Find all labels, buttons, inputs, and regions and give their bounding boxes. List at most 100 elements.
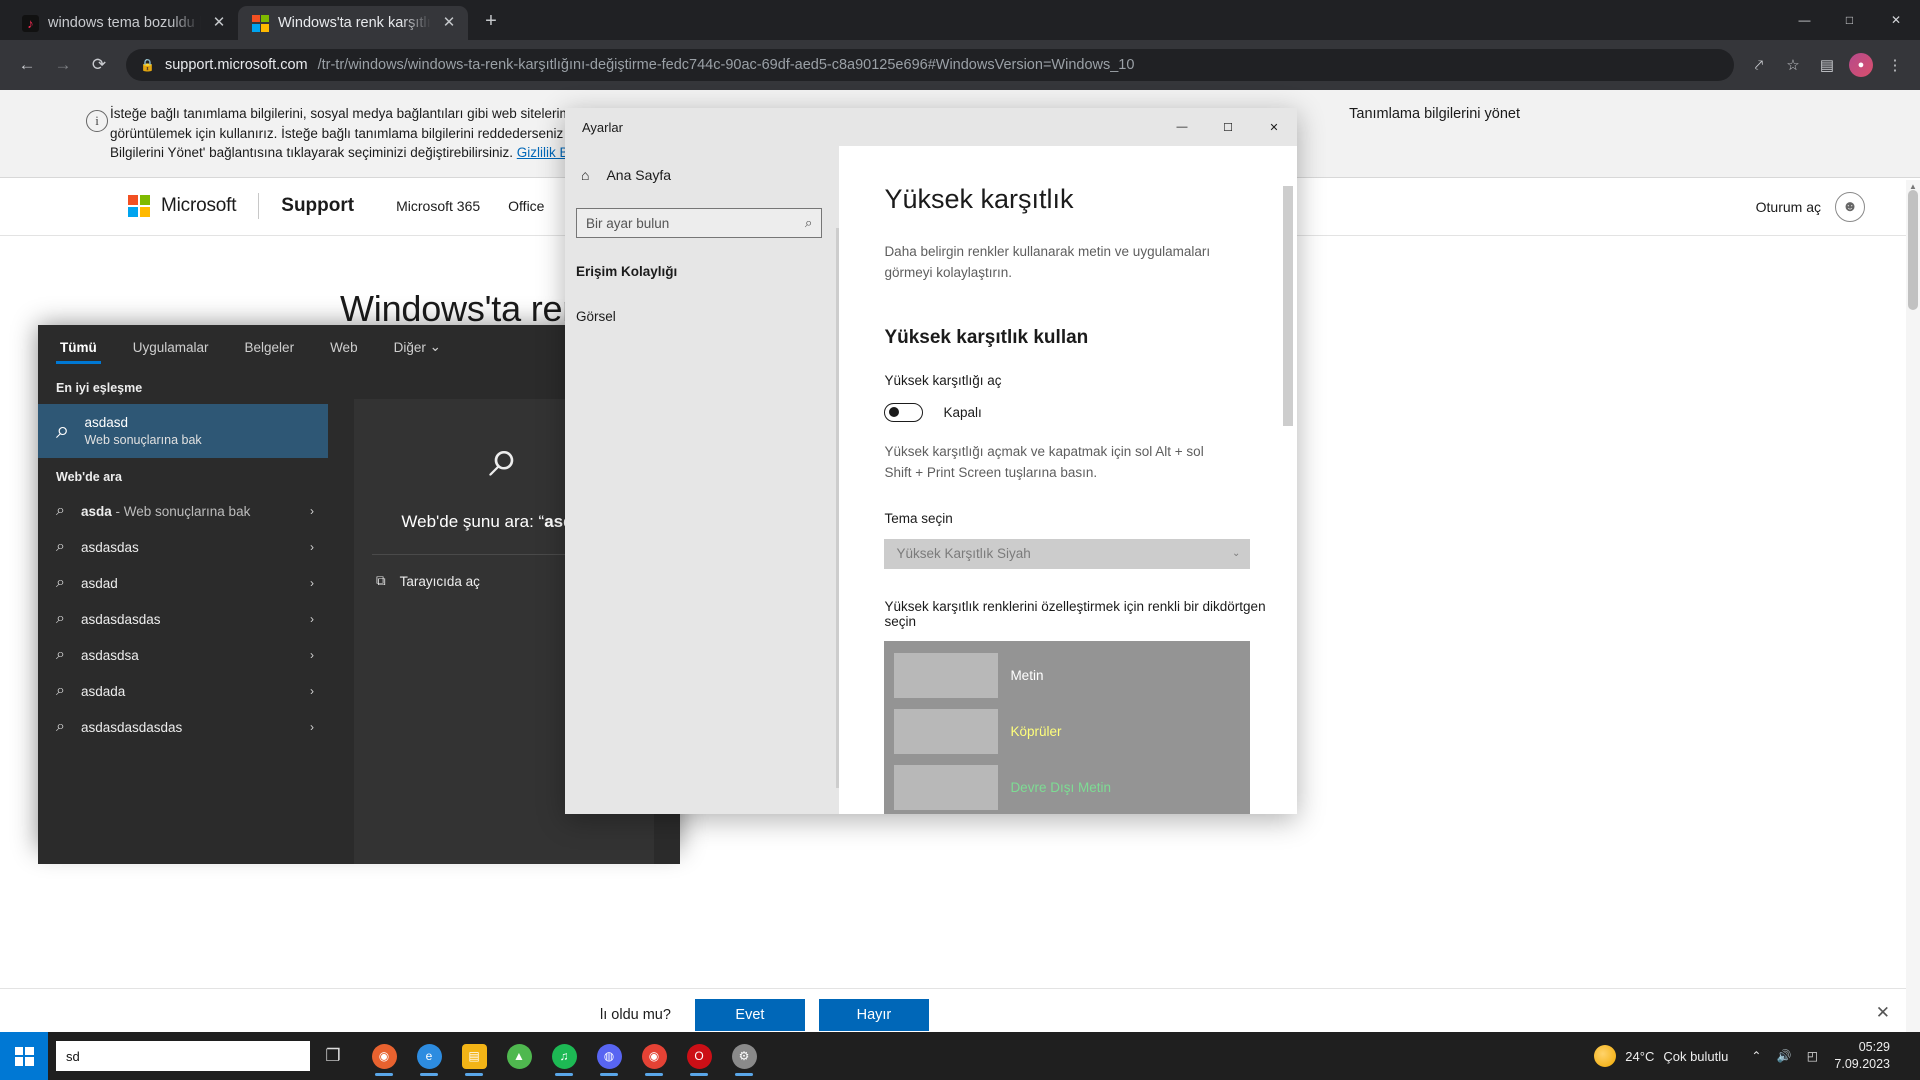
tab-documents[interactable]: Belgeler [241,325,299,369]
nvidia-icon[interactable]: ▲ [499,1034,539,1078]
list-item[interactable]: ⌕ asdasdasdas › [38,601,328,637]
shortcut-hint: Yüksek karşıtlığı açmak ve kapatmak için… [884,442,1224,484]
spotify-icon[interactable]: ♫ [544,1034,584,1078]
feedback-no-button[interactable]: Hayır [819,999,929,1031]
color-swatch[interactable] [894,653,998,698]
minimize-button[interactable]: — [1782,0,1827,40]
lock-icon: 🔒 [140,58,155,72]
reload-icon[interactable]: ⟳ [82,48,116,82]
color-row-label: Metin [1010,668,1043,683]
close-icon[interactable]: ✕ [210,14,228,32]
close-button[interactable]: ✕ [1251,108,1297,146]
search-icon: ⌕ [56,502,65,520]
color-row-hyperlinks[interactable]: Köprüler [894,709,1250,754]
color-swatch[interactable] [894,765,998,810]
sign-in-link[interactable]: Oturum aç [1756,199,1821,215]
opera-icon[interactable]: O [679,1034,719,1078]
settings-page-description: Daha belirgin renkler kullanarak metin v… [884,242,1234,284]
tab-apps[interactable]: Uygulamalar [129,325,213,369]
microsoft-logo-icon [128,195,150,217]
sidebar-item-visual[interactable]: Görsel [576,309,839,324]
browser-tab-1[interactable]: ♪ windows tema bozuldu | Donanım ✕ [8,6,238,40]
result-text: asdasdasdas [81,612,294,627]
high-contrast-toggle-row: Kapalı [884,403,1297,422]
nav-office[interactable]: Office [508,198,544,214]
address-bar[interactable]: 🔒 support.microsoft.com/tr-tr/windows/wi… [126,49,1734,81]
page-scrollbar[interactable]: ▲ ▼ [1906,180,1920,1040]
maximize-button[interactable]: □ [1827,0,1872,40]
color-swatch[interactable] [894,709,998,754]
firefox-icon[interactable]: ◉ [364,1034,404,1078]
taskbar-clock[interactable]: 05:29 7.09.2023 [1826,1039,1904,1073]
close-icon[interactable]: ✕ [1876,1003,1890,1023]
chevron-right-icon[interactable]: › [310,612,314,626]
share-icon[interactable]: ⤤ [1744,50,1774,80]
avatar[interactable]: ☻ [1835,192,1865,222]
close-window-button[interactable]: ✕ [1872,0,1920,40]
chevron-right-icon[interactable]: › [310,720,314,734]
settings-icon[interactable]: ⚙ [724,1034,764,1078]
toggle-state-label: Kapalı [943,405,981,420]
color-row-label: Devre Dışı Metin [1010,780,1111,795]
profile-icon[interactable]: ● [1846,50,1876,80]
color-row-disabled-text[interactable]: Devre Dışı Metin [894,765,1250,810]
new-tab-button[interactable]: + [476,7,506,37]
info-icon: i [86,110,108,132]
chevron-right-icon[interactable]: › [310,648,314,662]
show-desktop-button[interactable] [1904,1032,1912,1080]
network-icon[interactable]: ◰ [1798,1032,1826,1080]
weather-widget[interactable]: 24°C Çok bulutlu [1580,1045,1742,1067]
search-results-list: En iyi eşleşme ⌕ asdasd Web sonuçlarına … [38,369,328,864]
back-icon[interactable]: ← [10,48,44,82]
chevron-up-icon[interactable]: ⌃ [1742,1032,1770,1080]
url-host: support.microsoft.com [165,57,308,73]
list-item[interactable]: ⌕ asdada › [38,673,328,709]
list-item[interactable]: ⌕ asdasdasdasdas › [38,709,328,745]
list-item[interactable]: ⌕ asdad › [38,565,328,601]
list-item[interactable]: ⌕ asdasdas › [38,529,328,565]
manage-cookies-link[interactable]: Tanımlama bilgilerini yönet [1349,106,1520,122]
scrollbar-thumb[interactable] [1283,186,1293,426]
task-view-icon[interactable]: ❐ [310,1032,356,1080]
search-icon: ⌕ [56,610,65,628]
feedback-yes-button[interactable]: Evet [695,999,805,1031]
speaker-icon[interactable]: 🔊 [1770,1032,1798,1080]
browser-tab-2[interactable]: Windows'ta renk karşıtlığını değiş ✕ [238,6,468,40]
high-contrast-toggle[interactable] [884,403,923,422]
more-icon[interactable]: ⋮ [1880,50,1910,80]
chevron-right-icon[interactable]: › [310,540,314,554]
forward-icon[interactable]: → [46,48,80,82]
best-match-item[interactable]: ⌕ asdasd Web sonuçlarına bak [38,404,328,458]
nav-microsoft-365[interactable]: Microsoft 365 [396,198,480,214]
support-label[interactable]: Support [281,195,354,217]
star-icon[interactable]: ☆ [1778,50,1808,80]
chevron-right-icon[interactable]: › [310,684,314,698]
minimize-button[interactable]: — [1159,108,1205,146]
open-in-browser-label: Tarayıcıda aç [400,574,480,589]
sidebar-item-home[interactable]: ⌂ Ana Sayfa [565,156,839,194]
chevron-right-icon[interactable]: › [310,504,314,518]
collections-icon[interactable]: ▤ [1812,50,1842,80]
tab-all[interactable]: Tümü [56,325,101,369]
windows-icon[interactable] [0,1032,48,1080]
brand-label: Microsoft [161,195,236,217]
chevron-right-icon[interactable]: › [310,576,314,590]
file-explorer-icon[interactable]: ▤ [454,1034,494,1078]
color-row-text[interactable]: Metin [894,653,1250,698]
result-text: asda [81,504,112,519]
taskbar-search-input[interactable]: sd [56,1041,310,1071]
tab-web[interactable]: Web [326,325,362,369]
scrollbar-thumb[interactable] [1908,190,1918,310]
close-icon[interactable]: ✕ [440,14,458,32]
tab-more[interactable]: Diğer ⌄ [390,325,445,369]
chrome-icon[interactable]: ◉ [634,1034,674,1078]
discord-icon[interactable]: ◍ [589,1034,629,1078]
list-item[interactable]: ⌕ asdasdsa › [38,637,328,673]
theme-select[interactable]: Yüksek Karşıtlık Siyah ⌄ [884,539,1250,569]
edge-icon[interactable]: e [409,1034,449,1078]
maximize-button[interactable]: ☐ [1205,108,1251,146]
settings-scrollbar[interactable] [1283,146,1293,814]
list-item[interactable]: ⌕ asda - Web sonuçlarına bak › [38,493,328,529]
search-icon: ⌕ [56,574,65,592]
settings-search-input[interactable]: Bir ayar bulun ⌕ [576,208,822,238]
